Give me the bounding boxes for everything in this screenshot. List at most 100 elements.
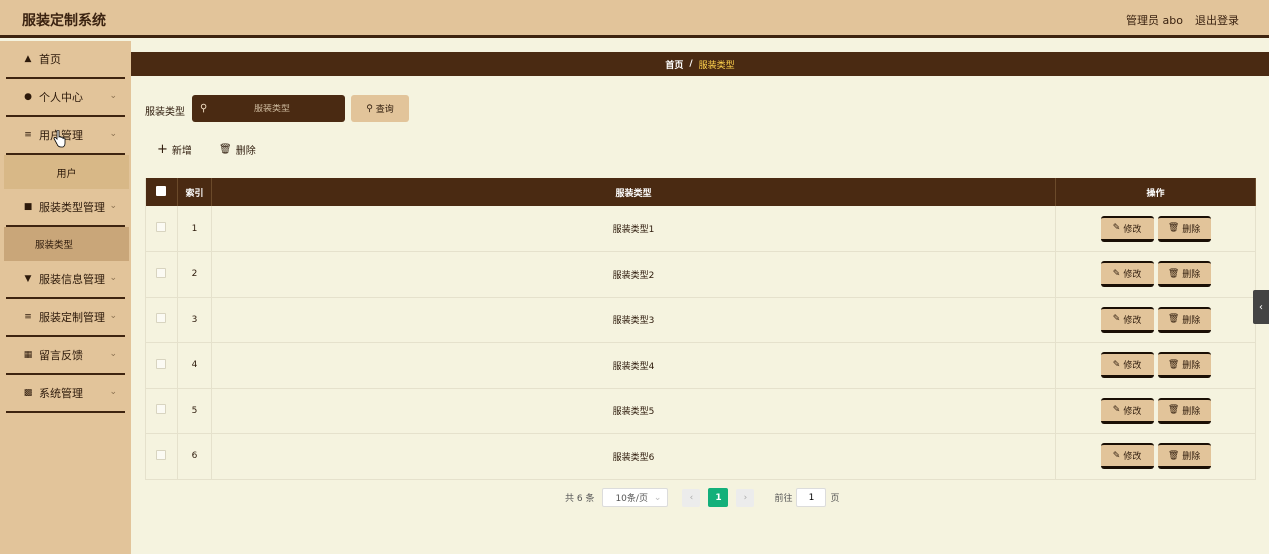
row-index: 4: [177, 342, 212, 389]
pagination-total: 共 6 条: [565, 494, 595, 504]
row-index: 1: [177, 206, 212, 252]
edit-button-label: 修改: [1123, 361, 1142, 372]
chevron-down-icon: ⌄: [109, 349, 117, 359]
sidebar-item-custom-order-management[interactable]: ≡ 服装定制管理 ⌄: [6, 299, 125, 337]
sidebar-item-clothing-type-management[interactable]: ■ 服装类型管理 ⌄: [6, 189, 125, 227]
briefcase-icon: ■: [23, 202, 33, 212]
sidebar-item-system-management[interactable]: ▩ 系统管理 ⌄: [6, 375, 125, 413]
query-button[interactable]: ⚲ 查询: [351, 95, 409, 122]
delete-button[interactable]: 🗑 删除: [1157, 215, 1211, 242]
edit-button[interactable]: ✎ 修改: [1100, 306, 1154, 333]
breadcrumb-home[interactable]: 首页: [665, 58, 683, 71]
edit-button-label: 修改: [1123, 452, 1142, 463]
delete-button[interactable]: 🗑 删除: [1157, 306, 1211, 333]
delete-button-label: 删除: [1182, 270, 1201, 281]
chevron-left-icon: ‹: [1259, 301, 1263, 313]
search-input[interactable]: [212, 103, 332, 114]
edit-button[interactable]: ✎ 修改: [1100, 215, 1154, 242]
sidebar-item-profile[interactable]: ● 个人中心 ⌄: [6, 79, 125, 117]
row-checkbox[interactable]: [156, 449, 167, 460]
row-checkbox[interactable]: [156, 222, 167, 232]
trash-icon: 🗑: [1167, 359, 1180, 370]
select-all-cell[interactable]: [145, 178, 178, 206]
add-button[interactable]: + 新增: [157, 142, 192, 157]
trash-icon: 🗑: [219, 144, 232, 155]
trash-icon: 🗑: [1167, 450, 1180, 461]
page-number-current[interactable]: 1: [708, 488, 729, 507]
goto-page-input[interactable]: [796, 488, 827, 507]
delete-button[interactable]: 🗑 删除: [1157, 261, 1211, 288]
row-select-cell[interactable]: [145, 206, 178, 252]
index-header: 索引: [177, 178, 212, 206]
pencil-icon: ✎: [1112, 223, 1121, 233]
pencil-icon: ✎: [1112, 450, 1121, 461]
row-select-cell[interactable]: [145, 433, 178, 480]
goto-label: 前往: [774, 494, 793, 504]
sidebar-subitem-user[interactable]: 用户: [4, 155, 129, 189]
edit-button-label: 修改: [1123, 315, 1142, 326]
bulk-delete-button[interactable]: 🗑 删除: [219, 142, 256, 157]
row-actions: ✎ 修改 🗑 删除: [1055, 342, 1256, 389]
logout-link[interactable]: 退出登录: [1195, 12, 1239, 28]
sidebar-subitem-clothing-type[interactable]: 服装类型: [4, 227, 129, 261]
row-checkbox[interactable]: [156, 313, 167, 324]
op-header: 操作: [1055, 178, 1256, 206]
row-actions: ✎ 修改 🗑 删除: [1055, 433, 1256, 480]
breadcrumb-current: 服装类型: [698, 60, 735, 71]
search-icon: ⚲: [200, 103, 208, 114]
row-index: 6: [177, 433, 212, 480]
row-select-cell[interactable]: [145, 388, 178, 434]
sidebar-subitem-label: 服装类型: [35, 240, 74, 251]
plus-icon: +: [157, 142, 168, 157]
row-type: 服装类型3: [211, 297, 1057, 343]
edit-button[interactable]: ✎ 修改: [1100, 261, 1154, 288]
type-header: 服装类型: [211, 178, 1057, 206]
row-checkbox[interactable]: [156, 404, 167, 415]
row-select-cell[interactable]: [145, 342, 178, 389]
sidebar-item-home[interactable]: ▲ 首页: [6, 41, 125, 79]
delete-button-label: 删除: [1182, 406, 1201, 417]
page-size-value: 10条/页: [615, 494, 648, 504]
tag-icon: ▼: [24, 274, 32, 284]
user-area: 管理员 abo 退出登录: [1126, 12, 1239, 28]
next-page-button[interactable]: ›: [736, 488, 755, 507]
edit-button-label: 修改: [1123, 270, 1142, 281]
sidebar-subitem-label: 用户: [56, 168, 77, 180]
collapse-panel-button[interactable]: ‹: [1253, 290, 1269, 324]
sidebar-item-feedback[interactable]: ▦ 留言反馈 ⌄: [6, 337, 125, 375]
row-select-cell[interactable]: [145, 297, 178, 343]
chevron-down-icon: ⌄: [109, 91, 117, 101]
row-checkbox[interactable]: [156, 267, 167, 278]
edit-button[interactable]: ✎ 修改: [1100, 352, 1154, 379]
delete-button[interactable]: 🗑 删除: [1157, 352, 1211, 379]
apps-icon: ▩: [23, 388, 33, 398]
home-icon: ▲: [24, 54, 32, 64]
hand-cursor-icon: [53, 130, 66, 148]
chevron-down-icon: ⌄: [109, 387, 117, 397]
goto-suffix: 页: [830, 494, 840, 504]
sliders-icon: ≡: [24, 130, 32, 140]
delete-button[interactable]: 🗑 删除: [1157, 397, 1211, 424]
row-index: 3: [177, 297, 212, 343]
chevron-right-icon: ›: [743, 492, 748, 503]
pagination: 共 6 条 10条/页 ⌄ ‹ 1 › 前往 页: [565, 488, 839, 507]
row-checkbox[interactable]: [156, 358, 167, 369]
row-select-cell[interactable]: [145, 251, 178, 298]
row-type: 服装类型1: [211, 206, 1057, 252]
select-all-checkbox[interactable]: [156, 185, 167, 196]
edit-button[interactable]: ✎ 修改: [1100, 443, 1154, 470]
prev-page-button[interactable]: ‹: [682, 488, 701, 507]
row-type: 服装类型4: [211, 342, 1057, 389]
edit-button[interactable]: ✎ 修改: [1100, 397, 1154, 424]
sidebar-item-clothing-info-management[interactable]: ▼ 服装信息管理 ⌄: [6, 261, 125, 299]
goto-page: 前往 页: [774, 488, 839, 507]
search-box: ⚲: [192, 95, 345, 122]
row-type: 服装类型2: [211, 251, 1057, 298]
user-label: 管理员 abo: [1126, 14, 1183, 27]
delete-button[interactable]: 🗑 删除: [1157, 443, 1211, 470]
grid-icon: ▦: [23, 350, 33, 360]
table-row: 1 服装类型1 ✎ 修改 🗑 删除: [145, 206, 1256, 252]
table-row: 4 服装类型4 ✎ 修改 🗑 删除: [145, 342, 1256, 389]
page-size-select[interactable]: 10条/页 ⌄: [602, 488, 669, 507]
edit-button-label: 修改: [1123, 224, 1142, 235]
